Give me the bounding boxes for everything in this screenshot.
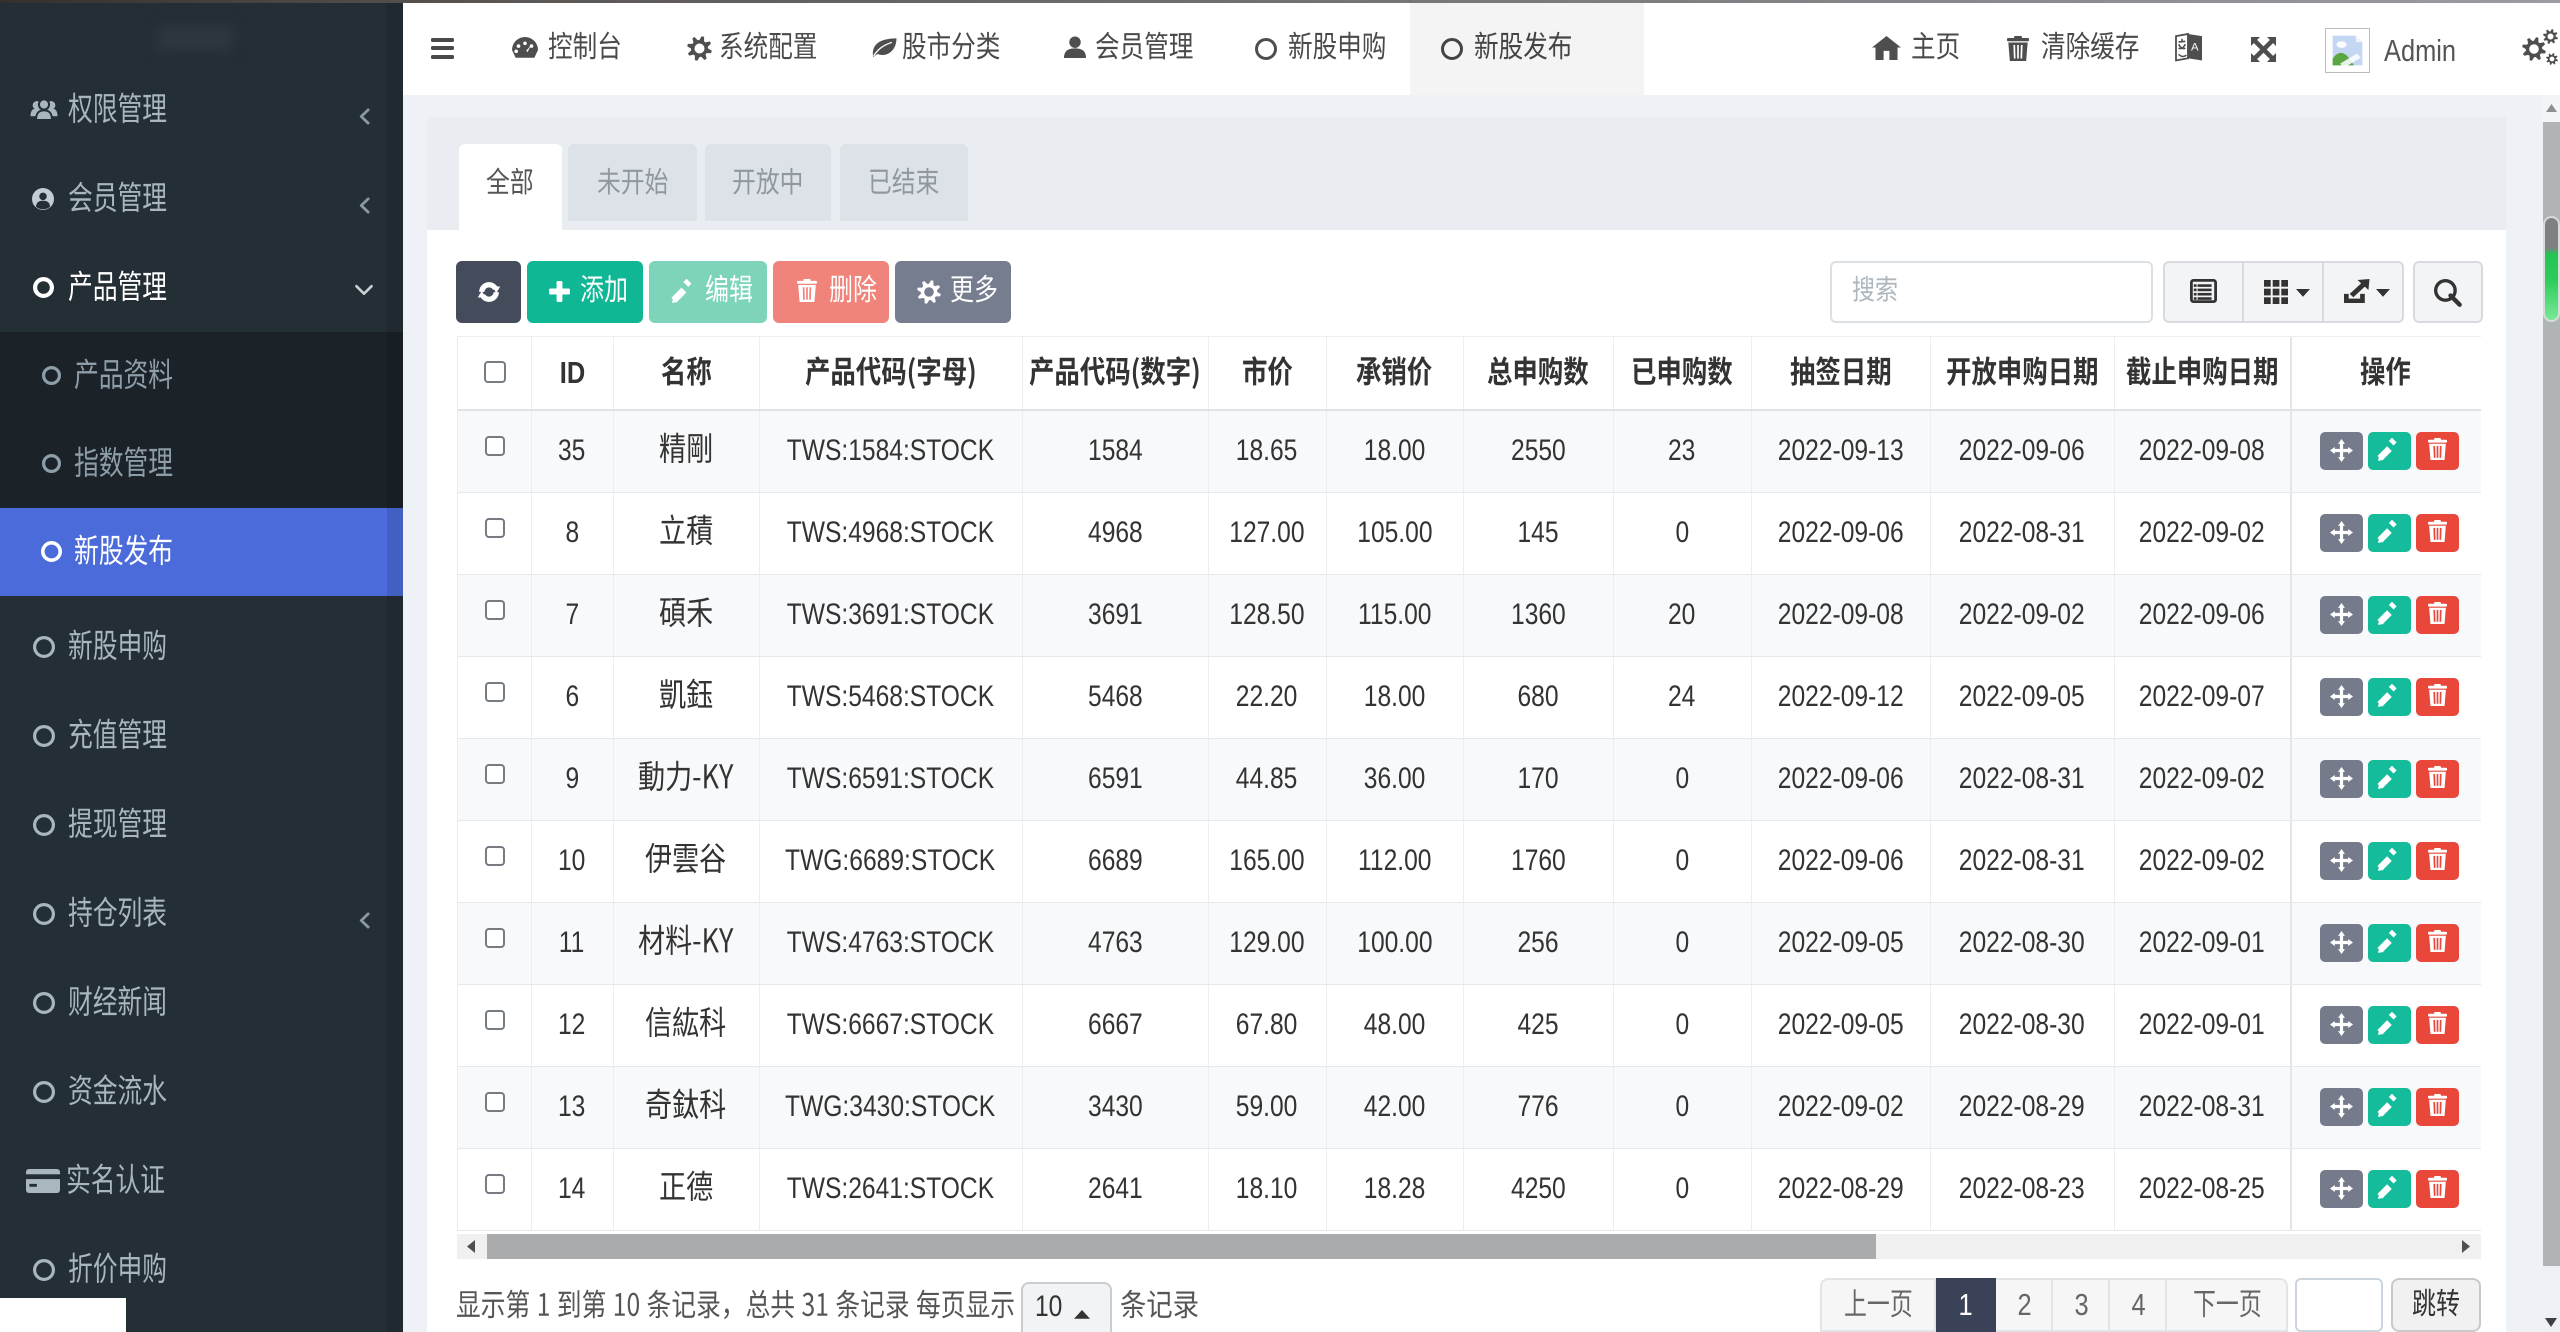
svg-text:A: A xyxy=(2191,42,2199,54)
